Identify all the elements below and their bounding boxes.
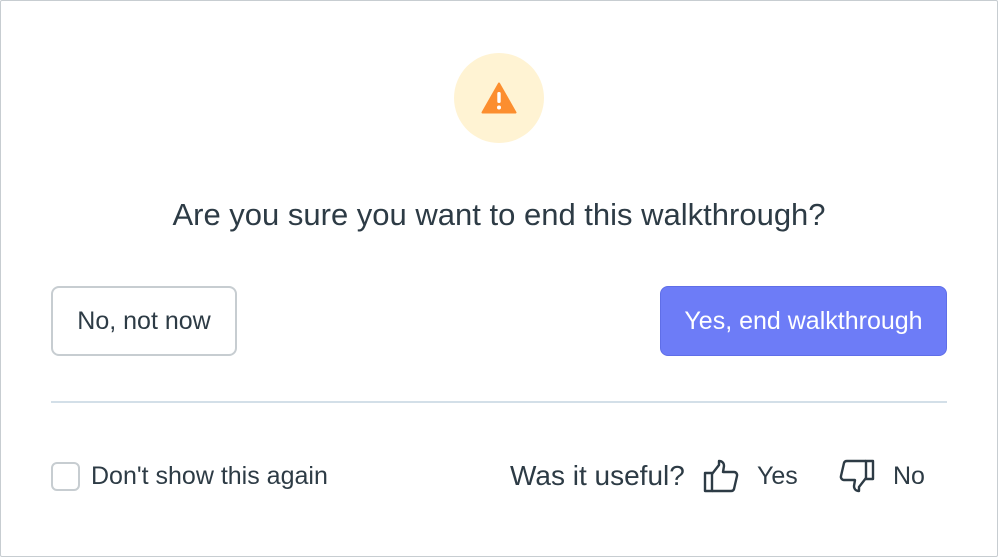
no-not-now-button[interactable]: No, not now bbox=[51, 286, 237, 356]
dont-show-again-option[interactable]: Don't show this again bbox=[51, 459, 328, 493]
dont-show-again-label: Don't show this again bbox=[91, 461, 328, 490]
thumbs-up-icon bbox=[703, 459, 739, 493]
warning-badge bbox=[454, 53, 544, 143]
divider bbox=[51, 401, 947, 403]
feedback-no-label: No bbox=[893, 461, 925, 490]
feedback-yes-label: Yes bbox=[757, 461, 798, 490]
feedback-prompt: Was it useful? bbox=[510, 460, 685, 491]
end-walkthrough-dialog: Are you sure you want to end this walkth… bbox=[0, 0, 998, 557]
dialog-question: Are you sure you want to end this walkth… bbox=[172, 197, 826, 232]
warning-icon bbox=[481, 82, 517, 114]
dont-show-again-checkbox[interactable] bbox=[51, 461, 80, 491]
feedback-yes-button[interactable]: Yes bbox=[703, 457, 798, 495]
end-walkthrough-button[interactable]: Yes, end walkthrough bbox=[660, 286, 947, 356]
thumbs-down-icon bbox=[839, 459, 875, 493]
feedback-no-button[interactable]: No bbox=[839, 457, 925, 495]
